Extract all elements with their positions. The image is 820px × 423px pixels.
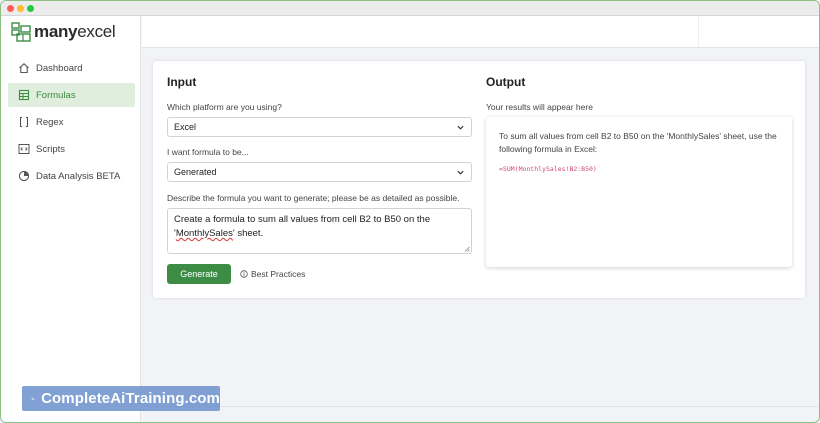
misspelled-word: MonthlySales (175, 228, 233, 239)
sidebar-item-label: Dashboard (36, 62, 83, 74)
output-subheading: Your results will appear here (486, 102, 593, 112)
sidebar-item-scripts[interactable]: Scripts (8, 137, 135, 161)
home-icon (17, 62, 30, 75)
platform-label: Which platform are you using? (167, 102, 282, 112)
minimize-window-button[interactable] (17, 5, 24, 12)
top-bar-divider (698, 16, 699, 48)
sidebar-item-data-analysis[interactable]: Data Analysis BETA (8, 164, 135, 188)
watermark-text: CompleteAiTraining.com (41, 390, 220, 407)
output-result-text: To sum all values from cell B2 to B50 on… (499, 131, 777, 154)
sidebar-item-regex[interactable]: Regex (8, 110, 135, 134)
top-bar (142, 16, 819, 48)
title-bar (1, 1, 819, 16)
sidebar-item-label: Data Analysis BETA (36, 170, 121, 182)
pie-chart-icon (17, 170, 30, 183)
maximize-window-button[interactable] (27, 5, 34, 12)
generate-button[interactable]: Generate (167, 264, 231, 284)
watermark: CompleteAiTraining.com (22, 386, 220, 411)
output-heading: Output (486, 75, 526, 89)
platform-select[interactable]: Excel (167, 117, 472, 137)
platform-select-value: Excel (174, 122, 197, 132)
chevron-down-icon (457, 170, 464, 175)
formula-generator-card: Input Which platform are you using? Exce… (153, 61, 805, 298)
sidebar-nav: Dashboard Formulas Regex Scripts Data An… (8, 56, 135, 191)
resize-grip-icon[interactable] (464, 246, 470, 252)
formula-description-textarea[interactable]: Create a formula to sum all values from … (167, 208, 472, 254)
logo[interactable]: manyexcel (11, 21, 116, 43)
sidebar-item-label: Formulas (36, 89, 76, 101)
brackets-icon (17, 116, 30, 129)
chevron-down-icon (457, 125, 464, 130)
output-result-box: To sum all values from cell B2 to B50 on… (486, 117, 792, 267)
sparkle-logo-icon (31, 396, 35, 401)
mode-select[interactable]: Generated (167, 162, 472, 182)
close-window-button[interactable] (7, 5, 14, 12)
describe-label: Describe the formula you want to generat… (167, 193, 460, 203)
mode-label: I want formula to be... (167, 147, 249, 157)
app-window: manyexcel Dashboard Formulas Regex Scrip… (0, 0, 820, 423)
spreadsheet-icon (17, 89, 30, 102)
output-formula[interactable]: =SUM(MonthlySales!B2:B50) (499, 165, 597, 173)
sidebar-item-label: Scripts (36, 143, 66, 155)
input-heading: Input (167, 75, 197, 89)
sidebar: manyexcel Dashboard Formulas Regex Scrip… (1, 16, 141, 422)
footer-divider (142, 406, 819, 407)
sidebar-item-formulas[interactable]: Formulas (8, 83, 135, 107)
best-practices-label: Best Practices (251, 269, 306, 279)
best-practices-link[interactable]: Best Practices (240, 264, 305, 284)
logo-text: manyexcel (34, 22, 116, 41)
manyexcel-logo-icon (11, 22, 31, 42)
sidebar-item-label: Regex (36, 116, 64, 128)
mode-select-value: Generated (174, 167, 217, 177)
code-icon (17, 143, 30, 156)
sidebar-item-dashboard[interactable]: Dashboard (8, 56, 135, 80)
info-circle-icon (240, 270, 248, 278)
